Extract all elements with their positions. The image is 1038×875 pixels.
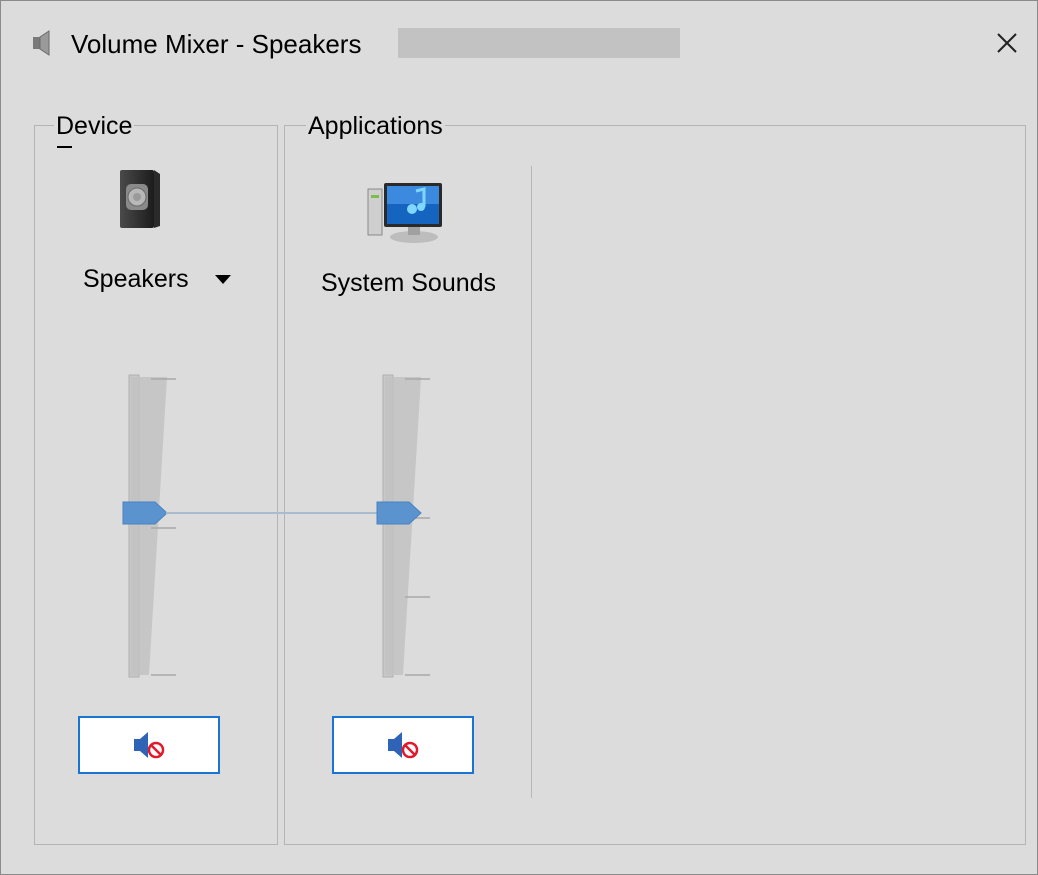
column-divider: [531, 166, 532, 798]
app-name-system-sounds: System Sounds: [320, 269, 497, 297]
device-label-accelerator: [57, 146, 72, 148]
volume-link-line: [166, 512, 378, 514]
title-bar: Volume Mixer - Speakers: [1, 1, 1037, 87]
device-name: Speakers: [83, 265, 189, 293]
system-sounds-volume-thumb: [376, 501, 422, 525]
speaker-device-icon[interactable]: [118, 166, 162, 232]
applications-group-label: Applications: [306, 111, 445, 141]
window-title: Volume Mixer - Speakers: [71, 29, 362, 59]
device-volume-thumb: [122, 501, 168, 525]
redacted-device-name: [398, 28, 680, 58]
system-sounds-icon: [366, 177, 448, 247]
device-mute-button[interactable]: [78, 716, 220, 774]
muted-speaker-icon: [388, 732, 419, 759]
close-button[interactable]: [985, 23, 1029, 63]
muted-speaker-icon: [134, 732, 165, 759]
volume-mixer-window: Volume Mixer - Speakers Device Applicati…: [0, 0, 1038, 875]
chevron-down-icon: [214, 274, 231, 284]
device-selector[interactable]: Speakers: [83, 261, 231, 297]
system-sounds-mute-button[interactable]: [332, 716, 474, 774]
device-volume-slider[interactable]: [121, 373, 181, 683]
system-sounds-volume-slider[interactable]: [375, 373, 435, 683]
close-icon: [997, 33, 1017, 53]
device-group-label: Device: [54, 111, 135, 141]
speaker-volume-icon: [31, 29, 55, 57]
